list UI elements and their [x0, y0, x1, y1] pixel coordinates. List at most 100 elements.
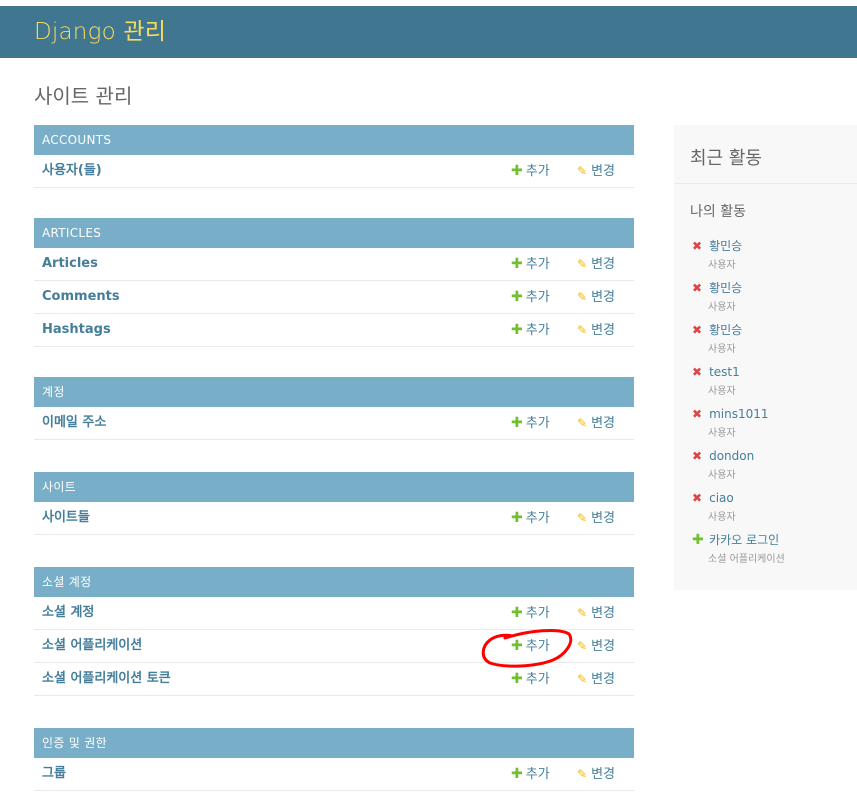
action-item: ✖ dondon 사용자: [692, 445, 852, 481]
add-label: 추가: [525, 639, 550, 654]
my-actions-title: 나의 활동: [690, 204, 746, 220]
action-object-link[interactable]: 카카오 로그인: [709, 533, 779, 547]
model-link[interactable]: 소셜 계정: [42, 597, 94, 629]
pencil-icon: ✎: [577, 511, 588, 525]
model-link[interactable]: 이메일 주소: [42, 407, 106, 439]
add-icon: ✚: [511, 322, 523, 338]
change-label: 변경: [591, 416, 615, 431]
action-content-type: 사용자: [708, 344, 736, 355]
add-link[interactable]: ✚ 추가: [511, 281, 550, 314]
model-row: Articles ✚ 추가 ✎ 변경: [34, 248, 634, 281]
add-link[interactable]: ✚ 추가: [511, 597, 550, 630]
pencil-icon: ✎: [577, 257, 588, 271]
change-label: 변경: [591, 257, 615, 272]
site-brand-link[interactable]: Django 관리: [34, 6, 166, 58]
change-label: 변경: [591, 606, 615, 621]
delete-icon: ✖: [692, 239, 703, 253]
delete-icon: ✖: [692, 365, 703, 379]
add-link[interactable]: ✚ 추가: [511, 407, 550, 440]
action-object: dondon: [709, 449, 755, 463]
module-auth: 인증 및 권한 그룹 ✚ 추가 ✎ 변경: [34, 728, 634, 791]
add-link[interactable]: ✚ 추가: [511, 630, 550, 663]
delete-icon: ✖: [692, 449, 703, 463]
action-content-type: 사용자: [708, 428, 736, 439]
action-object: 황민승: [709, 323, 743, 337]
divider: [674, 183, 857, 184]
change-link[interactable]: ✎ 변경: [577, 630, 615, 663]
action-content-type: 사용자: [708, 386, 736, 397]
change-link[interactable]: ✎ 변경: [577, 155, 615, 188]
action-item: ✖ mins1011 사용자: [692, 403, 852, 439]
module-caption[interactable]: 소셜 계정: [34, 567, 634, 597]
add-label: 추가: [525, 606, 550, 621]
change-label: 변경: [591, 323, 615, 338]
module-caption[interactable]: ACCOUNTS: [34, 125, 634, 155]
change-link[interactable]: ✎ 변경: [577, 663, 615, 696]
add-link[interactable]: ✚ 추가: [511, 663, 550, 696]
model-row: 소셜 계정 ✚ 추가 ✎ 변경: [34, 597, 634, 630]
add-link[interactable]: ✚ 추가: [511, 502, 550, 535]
module-articles: ARTICLES Articles ✚ 추가 ✎ 변경 Comments ✚ 추가 ✎…: [34, 218, 634, 347]
add-icon: ✚: [511, 671, 523, 687]
model-link[interactable]: 소셜 어플리케이션: [42, 630, 142, 662]
add-icon: ✚: [692, 532, 704, 548]
action-item: ✖ 황민승 사용자: [692, 277, 852, 313]
action-content-type: 사용자: [708, 260, 736, 271]
change-link[interactable]: ✎ 변경: [577, 248, 615, 281]
module-caption[interactable]: 계정: [34, 377, 634, 407]
change-link[interactable]: ✎ 변경: [577, 502, 615, 535]
add-label: 추가: [525, 511, 550, 526]
delete-icon: ✖: [692, 491, 703, 505]
add-label: 추가: [525, 672, 550, 687]
change-link[interactable]: ✎ 변경: [577, 314, 615, 347]
action-object: 황민승: [709, 281, 743, 295]
model-row: 소셜 어플리케이션 ✚ 추가 ✎ 변경: [34, 630, 634, 663]
model-row: 소셜 어플리케이션 토큰 ✚ 추가 ✎ 변경: [34, 663, 634, 696]
change-label: 변경: [591, 290, 615, 305]
action-object: ciao: [709, 491, 734, 505]
add-icon: ✚: [511, 766, 523, 782]
change-link[interactable]: ✎ 변경: [577, 407, 615, 440]
add-label: 추가: [525, 323, 550, 338]
change-label: 변경: [591, 767, 615, 782]
change-link[interactable]: ✎ 변경: [577, 758, 615, 791]
model-link[interactable]: 사이트들: [42, 502, 90, 534]
model-link[interactable]: 소셜 어플리케이션 토큰: [42, 663, 171, 695]
action-item: ✖ test1 사용자: [692, 361, 852, 397]
change-link[interactable]: ✎ 변경: [577, 281, 615, 314]
pencil-icon: ✎: [577, 639, 588, 653]
model-link[interactable]: Articles: [42, 248, 98, 280]
add-link[interactable]: ✚ 추가: [511, 155, 550, 188]
action-object: 황민승: [709, 239, 743, 253]
add-icon: ✚: [511, 415, 523, 431]
add-link[interactable]: ✚ 추가: [511, 248, 550, 281]
recent-actions-panel: 최근 활동 나의 활동 ✖ 황민승 사용자 ✖ 황민승 사용자 ✖ 황민승 사용…: [674, 125, 857, 590]
add-label: 추가: [525, 257, 550, 272]
delete-icon: ✖: [692, 323, 703, 337]
pencil-icon: ✎: [577, 290, 588, 304]
module-account: 계정 이메일 주소 ✚ 추가 ✎ 변경: [34, 377, 634, 440]
model-link[interactable]: Comments: [42, 281, 120, 313]
add-label: 추가: [525, 164, 550, 179]
module-caption[interactable]: ARTICLES: [34, 218, 634, 248]
pencil-icon: ✎: [577, 323, 588, 337]
model-row: 이메일 주소 ✚ 추가 ✎ 변경: [34, 407, 634, 440]
pencil-icon: ✎: [577, 164, 588, 178]
add-link[interactable]: ✚ 추가: [511, 314, 550, 347]
recent-actions-title: 최근 활동: [690, 148, 762, 169]
model-row: Hashtags ✚ 추가 ✎ 변경: [34, 314, 634, 347]
module-caption[interactable]: 사이트: [34, 472, 634, 502]
model-link[interactable]: 그룹: [42, 758, 66, 790]
add-label: 추가: [525, 290, 550, 305]
add-link[interactable]: ✚ 추가: [511, 758, 550, 791]
model-link[interactable]: 사용자(들): [42, 155, 102, 187]
delete-icon: ✖: [692, 281, 703, 295]
page-title: 사이트 관리: [34, 84, 133, 108]
module-caption[interactable]: 인증 및 권한: [34, 728, 634, 758]
change-label: 변경: [591, 164, 615, 179]
action-object: mins1011: [709, 407, 769, 421]
model-link[interactable]: Hashtags: [42, 314, 111, 346]
change-link[interactable]: ✎ 변경: [577, 597, 615, 630]
add-icon: ✚: [511, 638, 523, 654]
change-label: 변경: [591, 639, 615, 654]
